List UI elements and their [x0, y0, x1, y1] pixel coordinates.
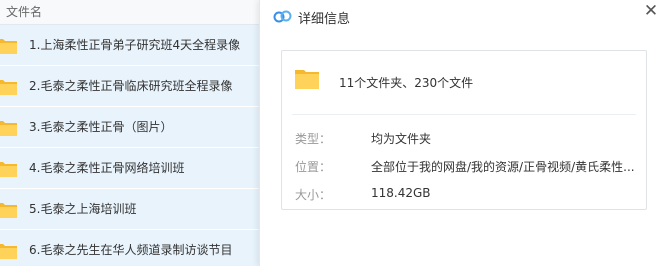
- detail-header: 详细信息 ✕: [260, 0, 666, 36]
- folder-icon: [0, 203, 17, 218]
- folder-icon: [295, 70, 319, 89]
- folder-icon: [0, 162, 17, 177]
- list-item[interactable]: 3.毛泰之柔性正骨（图片）: [0, 107, 259, 148]
- close-icon[interactable]: ✕: [642, 2, 660, 20]
- list-item[interactable]: 4.毛泰之柔性正骨网络培训班: [0, 148, 259, 189]
- file-list: 文件名 1.上海柔性正骨弟子研究班4天全程录像 2.毛泰之柔性正骨临床研究班全程…: [0, 0, 259, 266]
- folder-icon: [0, 80, 17, 95]
- list-item[interactable]: 1.上海柔性正骨弟子研究班4天全程录像: [0, 25, 259, 66]
- list-item[interactable]: 2.毛泰之柔性正骨临床研究班全程录像: [0, 66, 259, 107]
- folder-icon: [0, 121, 17, 136]
- detail-panel: 详细信息 ✕ 11个文件夹、230个文件 类型： 均为文件夹 位置： 全部位于我…: [259, 0, 666, 266]
- file-name: 6.毛泰之先生在华人频道录制访谈节目: [29, 243, 233, 257]
- location-label: 位置：: [295, 160, 332, 174]
- cloud-logo-icon: [273, 10, 292, 23]
- file-name: 2.毛泰之柔性正骨临床研究班全程录像: [29, 79, 233, 93]
- file-name: 4.毛泰之柔性正骨网络培训班: [29, 161, 185, 175]
- size-label: 大小：: [295, 188, 332, 202]
- file-name: 3.毛泰之柔性正骨（图片）: [29, 120, 173, 134]
- folder-icon: [0, 244, 17, 259]
- file-name: 1.上海柔性正骨弟子研究班4天全程录像: [29, 38, 241, 52]
- file-name: 5.毛泰之上海培训班: [29, 202, 137, 216]
- size-value: 118.42GB: [371, 186, 431, 200]
- type-value: 均为文件夹: [371, 132, 432, 146]
- type-label: 类型：: [295, 132, 332, 146]
- divider: [292, 114, 636, 115]
- column-header-filename[interactable]: 文件名: [0, 0, 259, 25]
- info-box: 11个文件夹、230个文件 类型： 均为文件夹 位置： 全部位于我的网盘/我的资…: [281, 50, 647, 210]
- location-value[interactable]: 全部位于我的网盘/我的资源/正骨视频/黄氏柔性...: [371, 158, 639, 175]
- selection-summary: 11个文件夹、230个文件: [339, 76, 474, 90]
- panel-title: 详细信息: [298, 12, 351, 27]
- list-item[interactable]: 5.毛泰之上海培训班: [0, 189, 259, 230]
- list-item[interactable]: 6.毛泰之先生在华人频道录制访谈节目: [0, 230, 259, 266]
- folder-icon: [0, 39, 17, 54]
